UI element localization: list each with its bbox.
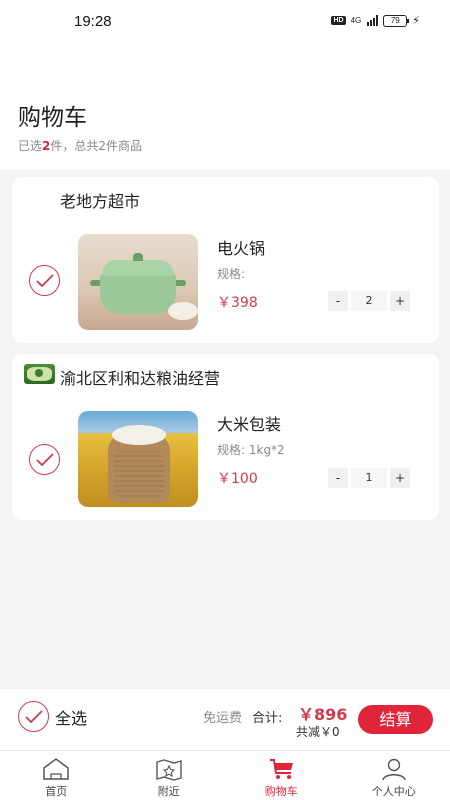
tab-label: 首页: [45, 785, 68, 798]
tab-profile[interactable]: 个人中心: [338, 751, 450, 800]
shop-name[interactable]: 老地方超市: [60, 188, 140, 212]
tab-label: 购物车: [264, 785, 298, 798]
subtitle-prefix: 已选: [18, 139, 43, 153]
quantity-stepper: - 1 +: [328, 468, 410, 488]
status-icons: HD 4G 79 ⚡: [331, 14, 420, 27]
product-spec: 规格:: [217, 267, 246, 281]
hd-icon: HD: [331, 16, 346, 25]
tab-label: 附近: [157, 785, 180, 798]
discount-label: 共减￥0: [296, 725, 340, 739]
product-spec: 规格: 1kg*2: [217, 443, 285, 457]
product-image[interactable]: [78, 411, 198, 507]
item-checkbox[interactable]: [29, 444, 60, 475]
product-image[interactable]: [78, 234, 198, 330]
increase-button[interactable]: +: [390, 468, 410, 488]
battery-icon: 79: [383, 14, 410, 27]
product-name[interactable]: 电火锅: [217, 235, 265, 259]
quantity-stepper: - 2 +: [328, 291, 410, 311]
user-icon: [382, 758, 406, 781]
network-type: 4G: [350, 16, 362, 25]
checkmark-icon: [36, 453, 54, 467]
tab-nearby[interactable]: 附近: [113, 751, 226, 800]
cart-icon: [270, 759, 294, 779]
total-value: ￥896: [298, 705, 348, 724]
tab-home[interactable]: 首页: [0, 751, 113, 800]
tab-label: 个人中心: [371, 785, 416, 798]
quantity-value[interactable]: 2: [351, 291, 387, 311]
decrease-button[interactable]: -: [328, 291, 348, 311]
select-all-checkbox[interactable]: [18, 701, 49, 732]
tab-bar: 首页 附近 购物车 个人中心: [0, 750, 450, 800]
checkmark-icon: [25, 710, 43, 724]
page-title: 购物车: [18, 105, 87, 131]
status-time: 19:28: [74, 13, 112, 30]
quantity-value[interactable]: 1: [351, 468, 387, 488]
page-subtitle: 已选2件，总共2件商品: [18, 137, 142, 154]
shop-name[interactable]: 渝北区利和达粮油经营: [60, 365, 220, 389]
subtitle-suffix: 件，总共2件商品: [50, 139, 143, 153]
nearby-map-icon: [156, 759, 182, 781]
increase-button[interactable]: +: [390, 291, 410, 311]
checkout-bar: 全选 免运费 合计: ￥896 共减￥0 结算: [0, 688, 450, 750]
status-bar: 19:28 HD 4G 79 ⚡: [0, 0, 450, 44]
select-all-label[interactable]: 全选: [55, 705, 87, 729]
product-price: ￥398: [217, 295, 258, 311]
checkmark-icon: [36, 274, 54, 288]
tab-cart[interactable]: 购物车: [225, 751, 338, 800]
shop-logo-icon: [24, 364, 55, 384]
shop-card: 老地方超市 电火锅 规格: ￥398 - 2 +: [12, 177, 439, 343]
decrease-button[interactable]: -: [328, 468, 348, 488]
product-name[interactable]: 大米包装: [217, 411, 281, 435]
signal-icon: [367, 15, 379, 26]
total-label: 合计:: [252, 711, 283, 726]
free-shipping-label: 免运费: [203, 711, 243, 726]
item-checkbox[interactable]: [29, 265, 60, 296]
home-icon: [43, 758, 69, 780]
checkout-button[interactable]: 结算: [358, 705, 433, 734]
charging-icon: ⚡: [412, 14, 420, 27]
product-price: ￥100: [217, 471, 258, 487]
shop-card: 渝北区利和达粮油经营 大米包装 规格: 1kg*2 ￥100 - 1 +: [12, 354, 439, 520]
